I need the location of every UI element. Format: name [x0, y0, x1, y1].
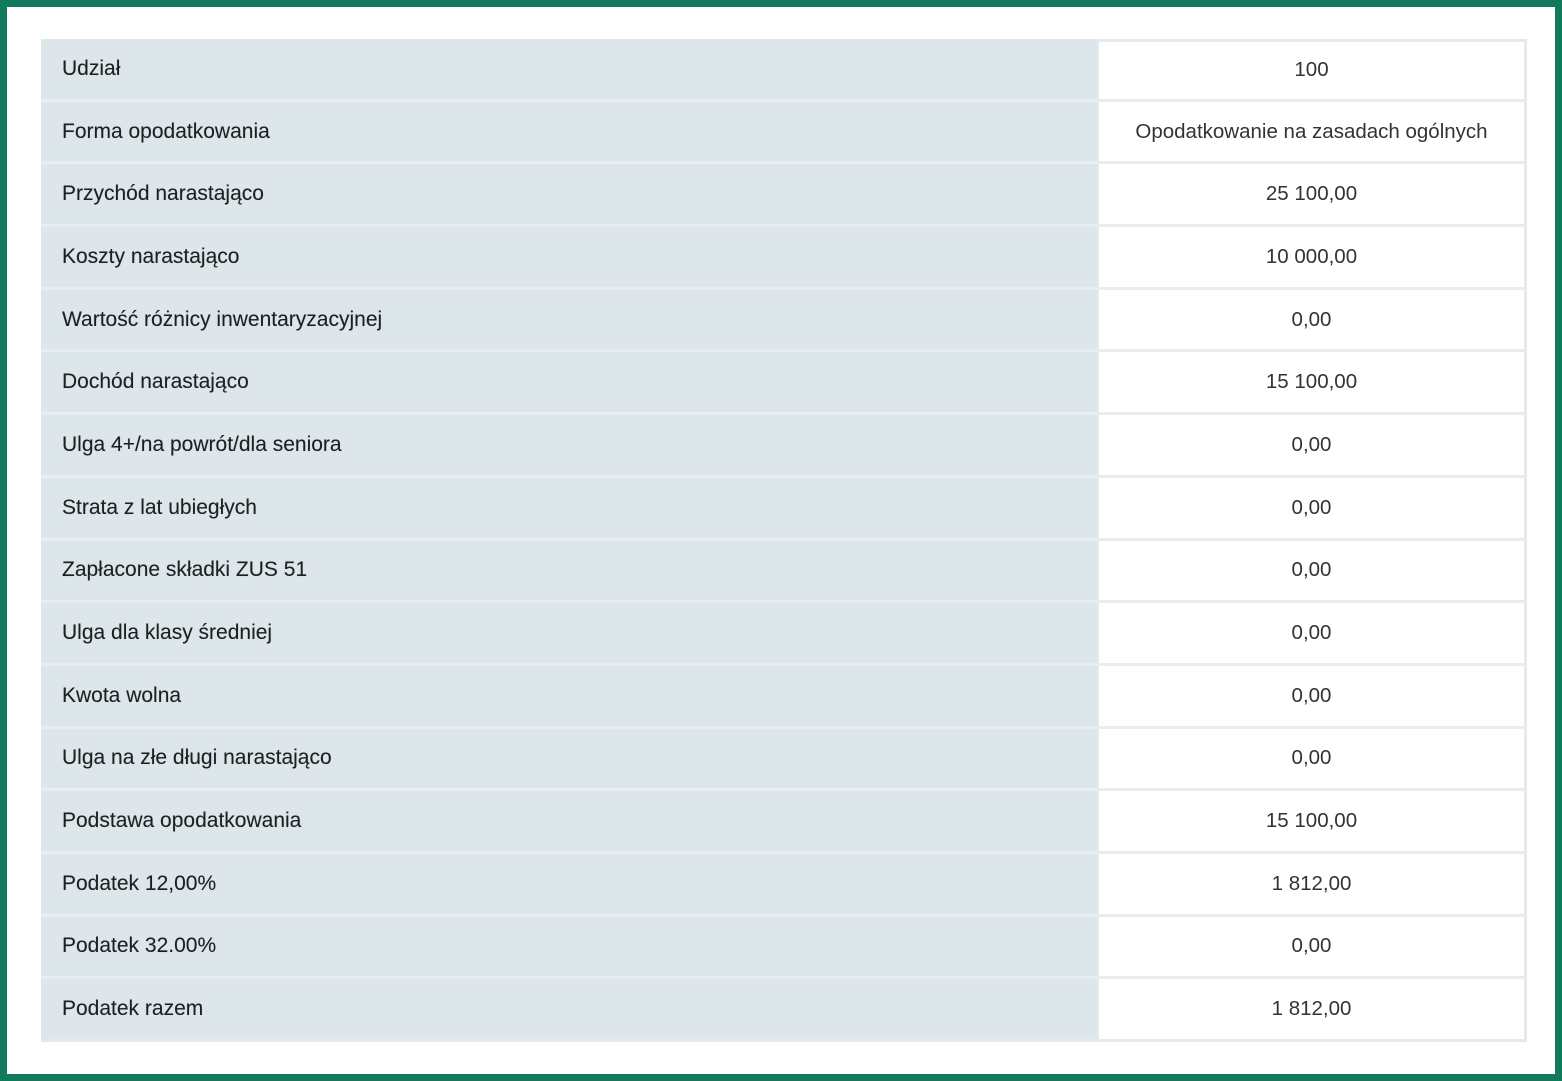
- table-row: Udział 100: [41, 39, 1527, 102]
- row-label-koszty-narastajaco: Koszty narastająco: [41, 227, 1097, 290]
- row-value-dochod-narastajaco: 15 100,00: [1097, 352, 1527, 416]
- row-label-podatek-12: Podatek 12,00%: [41, 853, 1097, 917]
- table-row: Podstawa opodatkowania 15 100,00: [41, 791, 1527, 854]
- row-value-podatek-razem: 1 812,00: [1097, 979, 1527, 1042]
- table-row: Dochód narastająco 15 100,00: [41, 352, 1527, 416]
- row-value-podatek-12: 1 812,00: [1097, 853, 1527, 917]
- row-label-dochod-narastajaco: Dochód narastająco: [41, 352, 1097, 416]
- row-value-skladki-zus-51: 0,00: [1097, 540, 1527, 604]
- row-value-podatek-32: 0,00: [1097, 916, 1527, 980]
- row-value-udzial: 100: [1097, 39, 1527, 102]
- row-value-ulga-klasa-srednia: 0,00: [1097, 603, 1527, 666]
- page-frame: Udział 100 Forma opodatkowania Opodatkow…: [0, 0, 1562, 1081]
- table-row: Forma opodatkowania Opodatkowanie na zas…: [41, 101, 1527, 165]
- row-label-ulga-4-plus: Ulga 4+/na powrót/dla seniora: [41, 415, 1097, 478]
- row-value-strata-z-lat-ubieglych: 0,00: [1097, 477, 1527, 541]
- table-row: Koszty narastająco 10 000,00: [41, 227, 1527, 290]
- row-label-ulga-klasa-srednia: Ulga dla klasy średniej: [41, 603, 1097, 666]
- row-value-roznica-inwentaryzacyjna: 0,00: [1097, 289, 1527, 353]
- row-value-ulga-zle-dlugi: 0,00: [1097, 728, 1527, 792]
- table-row: Ulga 4+/na powrót/dla seniora 0,00: [41, 415, 1527, 478]
- table-row: Wartość różnicy inwentaryzacyjnej 0,00: [41, 289, 1527, 353]
- table-row: Podatek 32.00% 0,00: [41, 916, 1527, 980]
- row-value-kwota-wolna: 0,00: [1097, 665, 1527, 729]
- row-value-przychod-narastajaco: 25 100,00: [1097, 164, 1527, 228]
- row-label-strata-z-lat-ubieglych: Strata z lat ubiegłych: [41, 477, 1097, 541]
- row-label-przychod-narastajaco: Przychód narastająco: [41, 164, 1097, 228]
- tax-summary-table: Udział 100 Forma opodatkowania Opodatkow…: [41, 39, 1527, 1042]
- row-label-podstawa-opodatkowania: Podstawa opodatkowania: [41, 791, 1097, 854]
- row-label-kwota-wolna: Kwota wolna: [41, 665, 1097, 729]
- row-label-podatek-32: Podatek 32.00%: [41, 916, 1097, 980]
- row-value-forma-opodatkowania: Opodatkowanie na zasadach ogólnych: [1097, 101, 1527, 165]
- table-row: Ulga na złe długi narastająco 0,00: [41, 728, 1527, 792]
- row-label-udzial: Udział: [41, 39, 1097, 102]
- row-label-ulga-zle-dlugi: Ulga na złe długi narastająco: [41, 728, 1097, 792]
- row-value-koszty-narastajaco: 10 000,00: [1097, 227, 1527, 290]
- row-label-podatek-razem: Podatek razem: [41, 979, 1097, 1042]
- table-row: Zapłacone składki ZUS 51 0,00: [41, 540, 1527, 604]
- row-label-skladki-zus-51: Zapłacone składki ZUS 51: [41, 540, 1097, 604]
- table-row: Strata z lat ubiegłych 0,00: [41, 477, 1527, 541]
- table-row: Kwota wolna 0,00: [41, 665, 1527, 729]
- row-value-podstawa-opodatkowania: 15 100,00: [1097, 791, 1527, 854]
- table-row: Podatek razem 1 812,00: [41, 979, 1527, 1042]
- row-value-ulga-4-plus: 0,00: [1097, 415, 1527, 478]
- table-row: Podatek 12,00% 1 812,00: [41, 853, 1527, 917]
- row-label-forma-opodatkowania: Forma opodatkowania: [41, 101, 1097, 165]
- table-row: Przychód narastająco 25 100,00: [41, 164, 1527, 228]
- table-row: Ulga dla klasy średniej 0,00: [41, 603, 1527, 666]
- row-label-roznica-inwentaryzacyjna: Wartość różnicy inwentaryzacyjnej: [41, 289, 1097, 353]
